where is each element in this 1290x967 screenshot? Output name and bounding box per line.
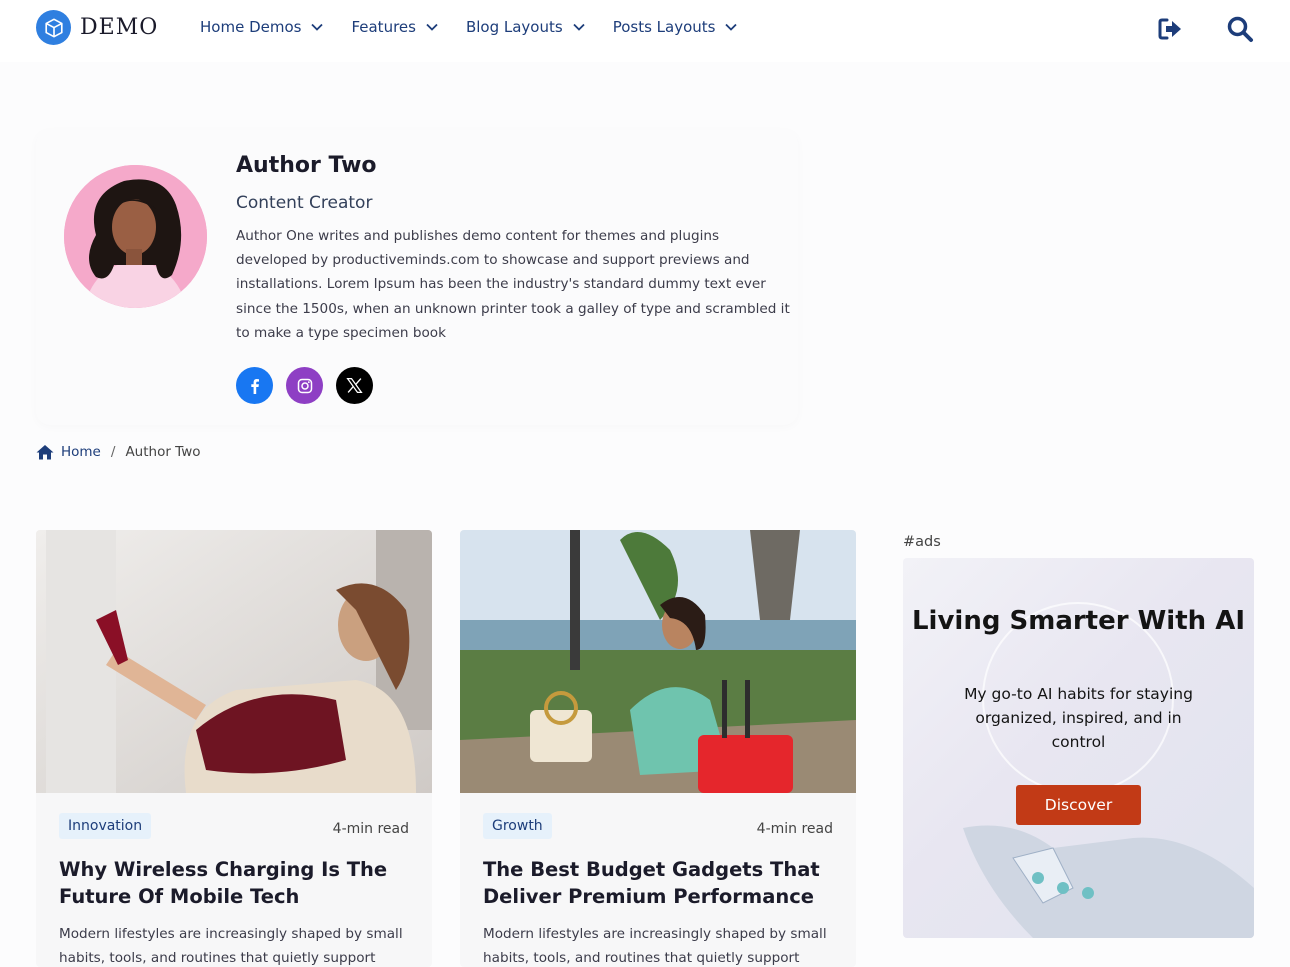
facebook-link[interactable] [236,367,273,404]
instagram-link[interactable] [286,367,323,404]
top-header: DEMO Home Demos Features Blog Layouts Po… [0,0,1290,62]
post-title[interactable]: The Best Budget Gadgets That Deliver Pre… [483,856,833,910]
x-link[interactable] [336,367,373,404]
post-excerpt: Modern lifestyles are increasingly shape… [483,926,827,966]
search-icon[interactable] [1226,15,1254,43]
breadcrumb-home[interactable]: Home [61,444,101,460]
instagram-icon [297,378,312,393]
author-bio: Author One writes and publishes demo con… [236,228,790,341]
breadcrumb-current: Author Two [125,444,201,460]
facebook-icon [250,378,259,394]
post-tag[interactable]: Innovation [59,813,152,839]
post-excerpt: Modern lifestyles are increasingly shape… [59,926,403,966]
nav-label: Home Demos [200,18,302,36]
nav-features[interactable]: Features [351,18,438,36]
ad-banner[interactable]: Living Smarter With AI My go-to AI habit… [903,558,1254,938]
author-role: Content Creator [236,193,373,213]
cube-icon [36,10,71,45]
nav-label: Blog Layouts [465,18,563,36]
sign-in-icon[interactable] [1156,15,1184,43]
site-name: DEMO [80,15,159,40]
home-icon[interactable] [36,444,54,460]
breadcrumb: Home / Author Two [36,444,201,460]
ad-title: Living Smarter With AI [911,606,1245,636]
ads-label: #ads [903,534,941,550]
post-tag[interactable]: Growth [483,813,552,839]
read-time: 4-min read [756,821,833,837]
author-name: Author Two [236,153,377,178]
nav-posts-layouts[interactable]: Posts Layouts [613,18,738,36]
x-icon [346,377,363,394]
author-avatar [64,165,207,308]
discover-button[interactable]: Discover [1016,785,1141,825]
chevron-down-icon [573,23,585,31]
site-logo[interactable]: DEMO [36,10,158,45]
main-nav: Home Demos Features Blog Layouts Posts L… [200,18,765,36]
post-image[interactable] [36,530,432,793]
ad-subtitle: My go-to AI habits for staying organized… [964,685,1193,751]
breadcrumb-separator: / [110,444,116,460]
post-title[interactable]: Why Wireless Charging Is The Future Of M… [59,856,409,910]
nav-blog-layouts[interactable]: Blog Layouts [466,18,585,36]
chevron-down-icon [426,23,438,31]
nav-home-demos[interactable]: Home Demos [200,18,324,36]
nav-label: Posts Layouts [612,18,716,36]
post-card[interactable]: Innovation 4-min read Why Wireless Charg… [36,530,432,967]
nav-label: Features [351,18,416,36]
chevron-down-icon [311,23,324,31]
post-card[interactable]: Growth 4-min read The Best Budget Gadget… [460,530,856,967]
chevron-down-icon [725,23,738,31]
read-time: 4-min read [332,821,409,837]
post-image[interactable] [460,530,856,793]
